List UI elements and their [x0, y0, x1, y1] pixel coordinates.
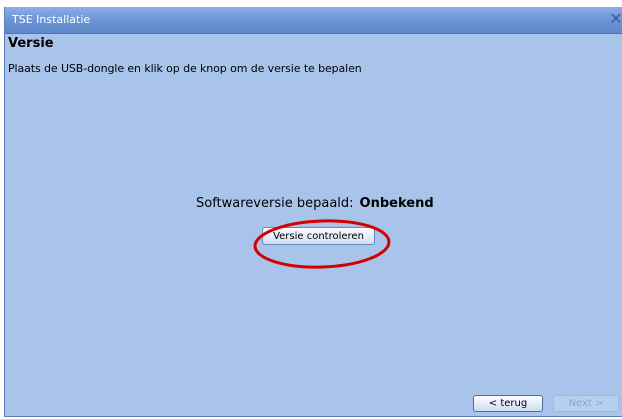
page-title: Versie	[8, 36, 54, 51]
version-label: Softwareversie bepaald:	[196, 196, 354, 211]
instruction-text: Plaats de USB-dongle en klik op de knop …	[8, 62, 362, 75]
title-bar: TSE Installatie ✕	[5, 7, 622, 34]
next-button: Next >	[553, 395, 619, 412]
close-icon[interactable]: ✕	[608, 9, 622, 29]
version-status: Softwareversie bepaald: Onbekend	[196, 196, 434, 211]
window-title: TSE Installatie	[12, 13, 91, 26]
back-button[interactable]: < terug	[473, 395, 543, 412]
check-version-button[interactable]: Versie controleren	[262, 227, 375, 245]
version-value: Onbekend	[359, 196, 434, 211]
